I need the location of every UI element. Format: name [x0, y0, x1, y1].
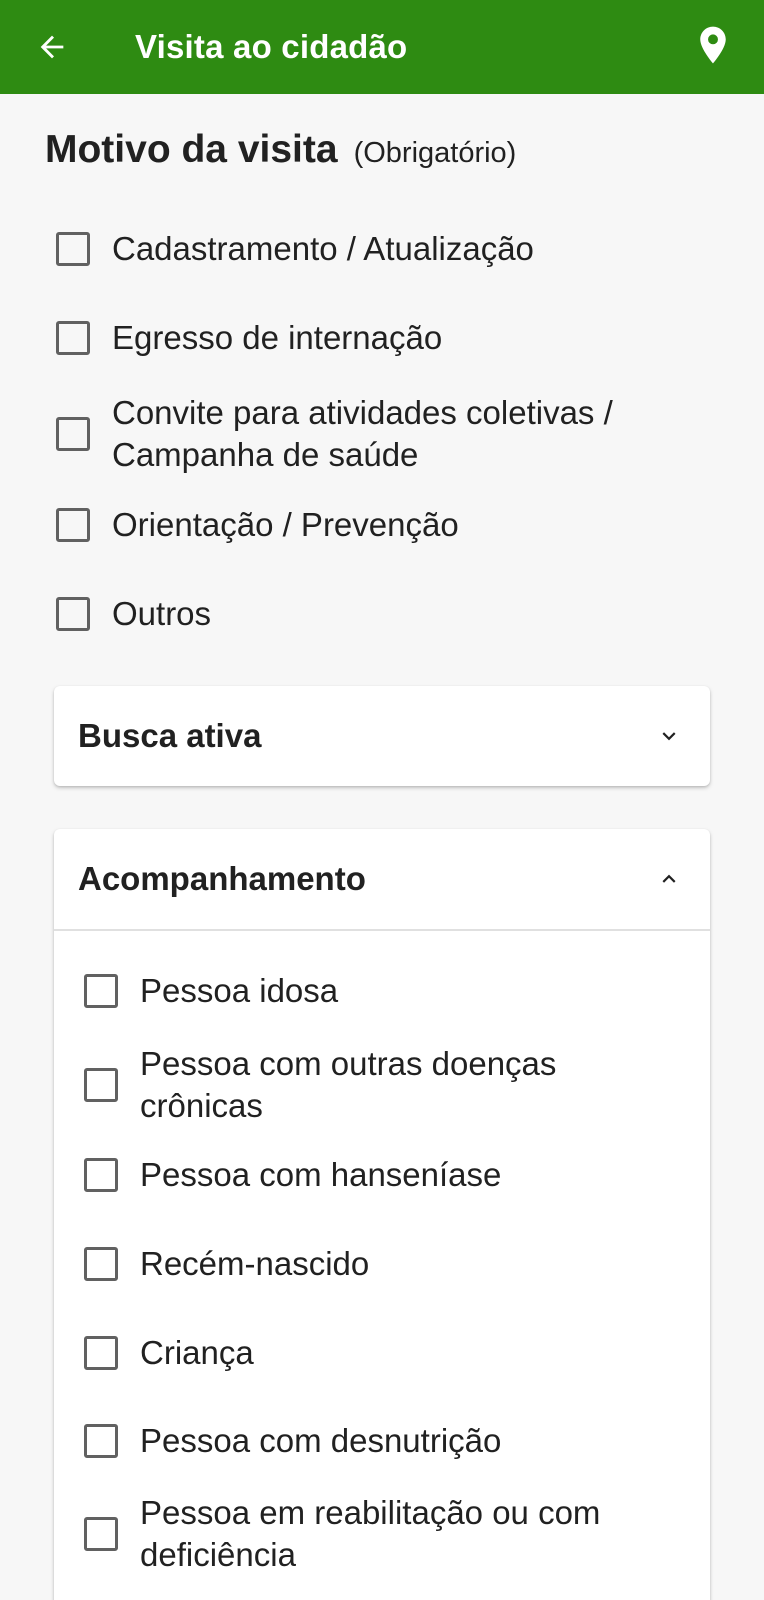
checkbox-box[interactable]	[84, 1336, 118, 1370]
checkbox-outros[interactable]: Outros	[56, 593, 211, 635]
checkbox-label: Cadastramento / Atualização	[112, 230, 534, 267]
checkbox-box[interactable]	[84, 1068, 118, 1102]
checkbox-box[interactable]	[84, 974, 118, 1008]
app-bar: Visita ao cidadão	[0, 0, 764, 94]
motivo-title: Motivo da visita	[45, 128, 338, 171]
checkbox-reabilitacao[interactable]: Pessoa em reabilitação ou com deficiênci…	[84, 1492, 680, 1576]
checkbox-egresso[interactable]: Egresso de internação	[56, 317, 442, 359]
checkbox-doencas-cronicas[interactable]: Pessoa com outras doenças crônicas	[84, 1043, 660, 1127]
acompanhamento-card: Acompanhamento Pessoa idosa Pessoa com o…	[54, 829, 710, 1600]
checkbox-box[interactable]	[56, 232, 90, 266]
checkbox-box[interactable]	[56, 597, 90, 631]
checkbox-box[interactable]	[84, 1158, 118, 1192]
page-title: Visita ao cidadão	[135, 28, 408, 65]
checkbox-label: Convite para atividades coletivas / Camp…	[112, 394, 613, 473]
acompanhamento-list: Pessoa idosa Pessoa com outras doenças c…	[54, 931, 710, 1600]
checkbox-label: Orientação / Prevenção	[112, 506, 459, 543]
checkbox-box[interactable]	[84, 1247, 118, 1281]
motivo-section-title: Motivo da visita (Obrigatório)	[45, 128, 516, 172]
acompanhamento-title: Acompanhamento	[78, 860, 366, 897]
checkbox-orientacao[interactable]: Orientação / Prevenção	[56, 504, 459, 546]
checkbox-desnutricao[interactable]: Pessoa com desnutrição	[84, 1420, 501, 1462]
checkbox-hanseniase[interactable]: Pessoa com hanseníase	[84, 1154, 501, 1196]
busca-ativa-title: Busca ativa	[78, 717, 262, 754]
checkbox-pessoa-idosa[interactable]: Pessoa idosa	[84, 970, 338, 1012]
map-pin-icon[interactable]	[688, 20, 738, 70]
checkbox-label: Recém-nascido	[140, 1245, 370, 1282]
busca-ativa-card: Busca ativa	[54, 686, 710, 786]
checkbox-box[interactable]	[84, 1517, 118, 1551]
required-label: (Obrigatório)	[353, 137, 517, 169]
checkbox-label: Pessoa em reabilitação ou com deficiênci…	[140, 1494, 601, 1573]
checkbox-label: Egresso de internação	[112, 319, 443, 356]
checkbox-cadastramento[interactable]: Cadastramento / Atualização	[56, 228, 534, 270]
checkbox-label: Pessoa com desnutrição	[140, 1422, 502, 1459]
chevron-down-icon[interactable]	[654, 721, 684, 751]
checkbox-label: Pessoa idosa	[140, 972, 339, 1009]
checkbox-box[interactable]	[84, 1424, 118, 1458]
checkbox-label: Outros	[112, 595, 212, 632]
checkbox-recem-nascido[interactable]: Recém-nascido	[84, 1243, 369, 1285]
checkbox-label: Criança	[140, 1334, 254, 1371]
checkbox-label: Pessoa com outras doenças crônicas	[140, 1045, 557, 1124]
acompanhamento-header[interactable]: Acompanhamento	[54, 829, 710, 929]
arrow-left-icon[interactable]	[25, 20, 79, 74]
checkbox-crianca[interactable]: Criança	[84, 1332, 254, 1374]
checkbox-box[interactable]	[56, 508, 90, 542]
chevron-up-icon[interactable]	[654, 864, 684, 894]
checkbox-convite[interactable]: Convite para atividades coletivas / Camp…	[56, 392, 692, 476]
checkbox-box[interactable]	[56, 417, 90, 451]
checkbox-box[interactable]	[56, 321, 90, 355]
checkbox-label: Pessoa com hanseníase	[140, 1156, 502, 1193]
busca-ativa-header[interactable]: Busca ativa	[54, 686, 710, 786]
